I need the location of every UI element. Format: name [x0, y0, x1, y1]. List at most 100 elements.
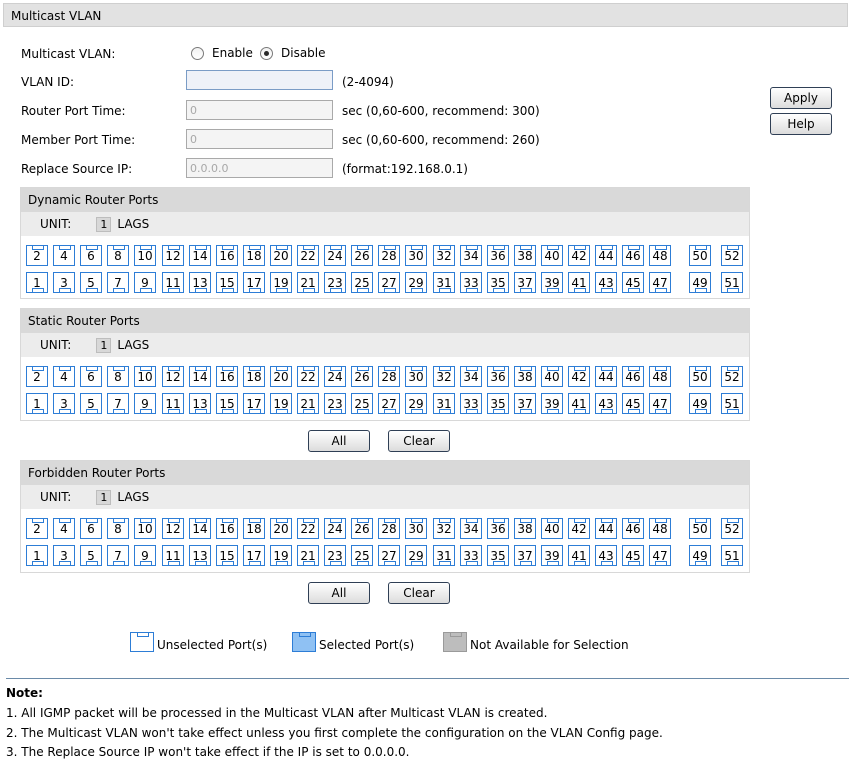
port-29[interactable]: 29: [405, 272, 427, 293]
port-3[interactable]: 3: [53, 545, 75, 566]
unit-selector[interactable]: 1: [96, 337, 112, 353]
port-25[interactable]: 25: [351, 272, 373, 293]
port-42[interactable]: 42: [568, 518, 590, 539]
port-19[interactable]: 19: [270, 272, 292, 293]
member-port-time-input[interactable]: [186, 129, 333, 149]
port-2[interactable]: 2: [26, 366, 48, 387]
port-2[interactable]: 2: [26, 245, 48, 266]
port-37[interactable]: 37: [514, 272, 536, 293]
port-47[interactable]: 47: [649, 272, 671, 293]
port-16[interactable]: 16: [216, 518, 238, 539]
port-10[interactable]: 10: [134, 366, 156, 387]
port-21[interactable]: 21: [297, 545, 319, 566]
port-23[interactable]: 23: [324, 272, 346, 293]
port-33[interactable]: 33: [460, 272, 482, 293]
port-19[interactable]: 19: [270, 545, 292, 566]
port-38[interactable]: 38: [514, 245, 536, 266]
port-47[interactable]: 47: [649, 545, 671, 566]
port-14[interactable]: 14: [189, 366, 211, 387]
port-47[interactable]: 47: [649, 393, 671, 414]
port-8[interactable]: 8: [107, 518, 129, 539]
port-24[interactable]: 24: [324, 366, 346, 387]
port-6[interactable]: 6: [80, 366, 102, 387]
replace-source-ip-input[interactable]: [186, 158, 333, 178]
port-46[interactable]: 46: [622, 245, 644, 266]
port-15[interactable]: 15: [216, 393, 238, 414]
port-12[interactable]: 12: [162, 518, 184, 539]
port-9[interactable]: 9: [134, 272, 156, 293]
port-36[interactable]: 36: [487, 518, 509, 539]
port-8[interactable]: 8: [107, 366, 129, 387]
help-button[interactable]: Help: [770, 113, 832, 135]
port-10[interactable]: 10: [134, 518, 156, 539]
lags-link[interactable]: LAGS: [117, 338, 149, 352]
port-21[interactable]: 21: [297, 272, 319, 293]
port-29[interactable]: 29: [405, 545, 427, 566]
port-20[interactable]: 20: [270, 366, 292, 387]
port-37[interactable]: 37: [514, 393, 536, 414]
port-14[interactable]: 14: [189, 245, 211, 266]
port-27[interactable]: 27: [378, 272, 400, 293]
port-24[interactable]: 24: [324, 245, 346, 266]
port-17[interactable]: 17: [243, 393, 265, 414]
port-23[interactable]: 23: [324, 393, 346, 414]
port-46[interactable]: 46: [622, 518, 644, 539]
port-4[interactable]: 4: [53, 518, 75, 539]
port-43[interactable]: 43: [595, 393, 617, 414]
port-39[interactable]: 39: [541, 272, 563, 293]
port-37[interactable]: 37: [514, 545, 536, 566]
port-25[interactable]: 25: [351, 393, 373, 414]
port-3[interactable]: 3: [53, 272, 75, 293]
enable-radio[interactable]: [191, 46, 204, 60]
port-43[interactable]: 43: [595, 545, 617, 566]
port-8[interactable]: 8: [107, 245, 129, 266]
port-16[interactable]: 16: [216, 366, 238, 387]
port-35[interactable]: 35: [487, 393, 509, 414]
port-23[interactable]: 23: [324, 545, 346, 566]
port-15[interactable]: 15: [216, 545, 238, 566]
port-50[interactable]: 50: [689, 518, 711, 539]
port-17[interactable]: 17: [243, 272, 265, 293]
port-32[interactable]: 32: [433, 245, 455, 266]
port-25[interactable]: 25: [351, 545, 373, 566]
port-52[interactable]: 52: [721, 518, 743, 539]
port-18[interactable]: 18: [243, 518, 265, 539]
port-45[interactable]: 45: [622, 393, 644, 414]
port-26[interactable]: 26: [351, 366, 373, 387]
port-49[interactable]: 49: [689, 272, 711, 293]
unit-selector[interactable]: 1: [96, 489, 112, 505]
port-27[interactable]: 27: [378, 393, 400, 414]
port-44[interactable]: 44: [595, 366, 617, 387]
port-13[interactable]: 13: [189, 272, 211, 293]
port-13[interactable]: 13: [189, 393, 211, 414]
port-20[interactable]: 20: [270, 518, 292, 539]
port-7[interactable]: 7: [107, 393, 129, 414]
port-48[interactable]: 48: [649, 518, 671, 539]
port-6[interactable]: 6: [80, 518, 102, 539]
port-11[interactable]: 11: [162, 393, 184, 414]
port-31[interactable]: 31: [433, 545, 455, 566]
port-12[interactable]: 12: [162, 366, 184, 387]
port-28[interactable]: 28: [378, 518, 400, 539]
port-5[interactable]: 5: [80, 272, 102, 293]
port-14[interactable]: 14: [189, 518, 211, 539]
forbidden-all-button[interactable]: All: [308, 582, 370, 604]
port-26[interactable]: 26: [351, 518, 373, 539]
router-port-time-input[interactable]: [186, 100, 333, 120]
port-20[interactable]: 20: [270, 245, 292, 266]
port-28[interactable]: 28: [378, 366, 400, 387]
port-2[interactable]: 2: [26, 518, 48, 539]
port-35[interactable]: 35: [487, 545, 509, 566]
port-5[interactable]: 5: [80, 545, 102, 566]
forbidden-clear-button[interactable]: Clear: [388, 582, 450, 604]
port-40[interactable]: 40: [541, 245, 563, 266]
port-38[interactable]: 38: [514, 366, 536, 387]
port-11[interactable]: 11: [162, 272, 184, 293]
port-26[interactable]: 26: [351, 245, 373, 266]
port-30[interactable]: 30: [405, 518, 427, 539]
port-9[interactable]: 9: [134, 545, 156, 566]
port-30[interactable]: 30: [405, 245, 427, 266]
port-51[interactable]: 51: [721, 393, 743, 414]
port-34[interactable]: 34: [460, 366, 482, 387]
port-32[interactable]: 32: [433, 366, 455, 387]
